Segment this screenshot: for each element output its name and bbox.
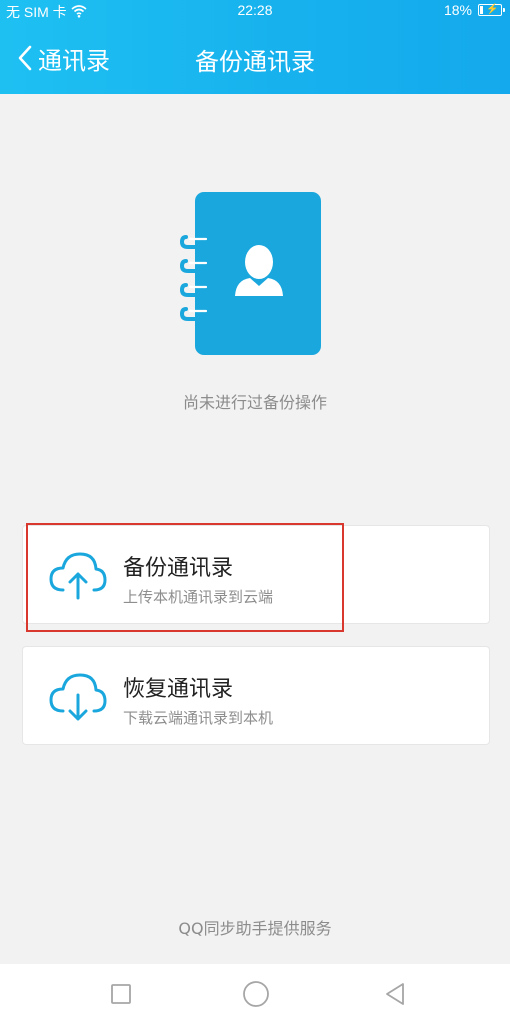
status-time: 22:28 [237,2,273,18]
battery-charging-icon: ⚡ [478,4,505,16]
circle-icon[interactable] [242,980,270,1008]
empty-state-text: 尚未进行过备份操作 [182,393,327,412]
cloud-download-icon [49,671,107,721]
restore-subtitle: 下载云端通讯录到本机 [123,709,274,727]
restore-contacts-button[interactable]: 恢复通讯录 下载云端通讯录到本机 [22,646,490,745]
restore-title: 恢复通讯录 [123,677,234,702]
page-title: 备份通讯录 [195,48,315,76]
bolt-icon: ⚡ [486,4,499,15]
battery-percent: 18% [443,2,472,18]
status-right: 18% ⚡ [443,2,505,18]
square-icon[interactable] [107,980,135,1008]
cloud-upload-icon [49,550,107,600]
backup-contacts-screen: 无 SIM 卡 22:28 18% ⚡ 通讯录 备份通讯录 尚未进行过备份操作 … [0,0,510,1022]
status-bar: 无 SIM 卡 22:28 18% ⚡ [0,0,510,22]
header: 无 SIM 卡 22:28 18% ⚡ 通讯录 备份通讯录 [0,0,510,94]
nav-bar: 通讯录 备份通讯录 [0,30,510,86]
system-navigation-bar [0,964,510,1022]
contact-book-icon [179,190,325,358]
backup-title: 备份通讯录 [123,556,234,581]
battery-level [480,6,483,14]
backup-contacts-button[interactable]: 备份通讯录 上传本机通讯录到云端 [22,525,490,624]
footer-credit: QQ同步助手提供服务 [178,919,332,938]
triangle-back-icon[interactable] [381,980,409,1008]
backup-subtitle: 上传本机通讯录到云端 [123,588,274,606]
